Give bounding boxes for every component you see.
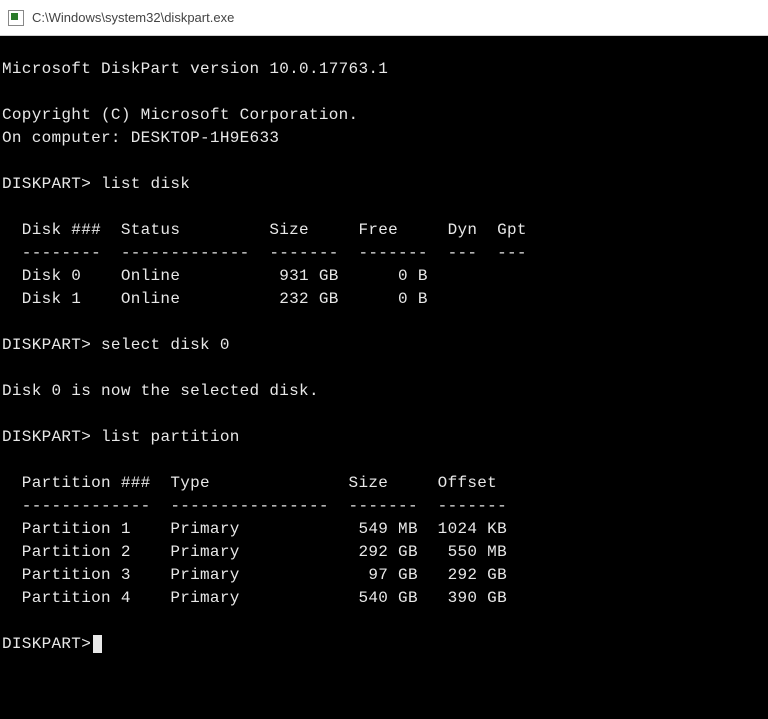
command-list-disk: list disk — [101, 175, 190, 193]
copyright-line: Copyright (C) Microsoft Corporation. — [2, 106, 358, 124]
app-icon — [8, 10, 24, 26]
cursor — [93, 635, 102, 653]
list-disk-header: Disk ### Status Size Free Dyn Gpt — [2, 221, 527, 239]
list-partition-row: Partition 4 Primary 540 GB 390 GB — [2, 589, 507, 607]
prompt: DISKPART> — [2, 175, 91, 193]
list-partition-header: Partition ### Type Size Offset — [2, 474, 497, 492]
prompt: DISKPART> — [2, 428, 91, 446]
prompt: DISKPART> — [2, 635, 91, 653]
list-disk-row: Disk 0 Online 931 GB 0 B — [2, 267, 428, 285]
titlebar[interactable]: C:\Windows\system32\diskpart.exe — [0, 0, 768, 36]
command-list-partition: list partition — [101, 428, 240, 446]
list-disk-row: Disk 1 Online 232 GB 0 B — [2, 290, 428, 308]
list-partition-row: Partition 1 Primary 549 MB 1024 KB — [2, 520, 507, 538]
list-partition-row: Partition 2 Primary 292 GB 550 MB — [2, 543, 507, 561]
terminal-output[interactable]: Microsoft DiskPart version 10.0.17763.1 … — [0, 36, 768, 719]
prompt: DISKPART> — [2, 336, 91, 354]
command-select-disk: select disk 0 — [101, 336, 230, 354]
list-disk-divider: -------- ------------- ------- ------- -… — [2, 244, 527, 262]
select-disk-response: Disk 0 is now the selected disk. — [2, 382, 319, 400]
diskpart-version: Microsoft DiskPart version 10.0.17763.1 — [2, 60, 388, 78]
window-title: C:\Windows\system32\diskpart.exe — [32, 10, 234, 25]
list-partition-divider: ------------- ---------------- ------- -… — [2, 497, 507, 515]
list-partition-row: Partition 3 Primary 97 GB 292 GB — [2, 566, 507, 584]
computer-line: On computer: DESKTOP-1H9E633 — [2, 129, 279, 147]
